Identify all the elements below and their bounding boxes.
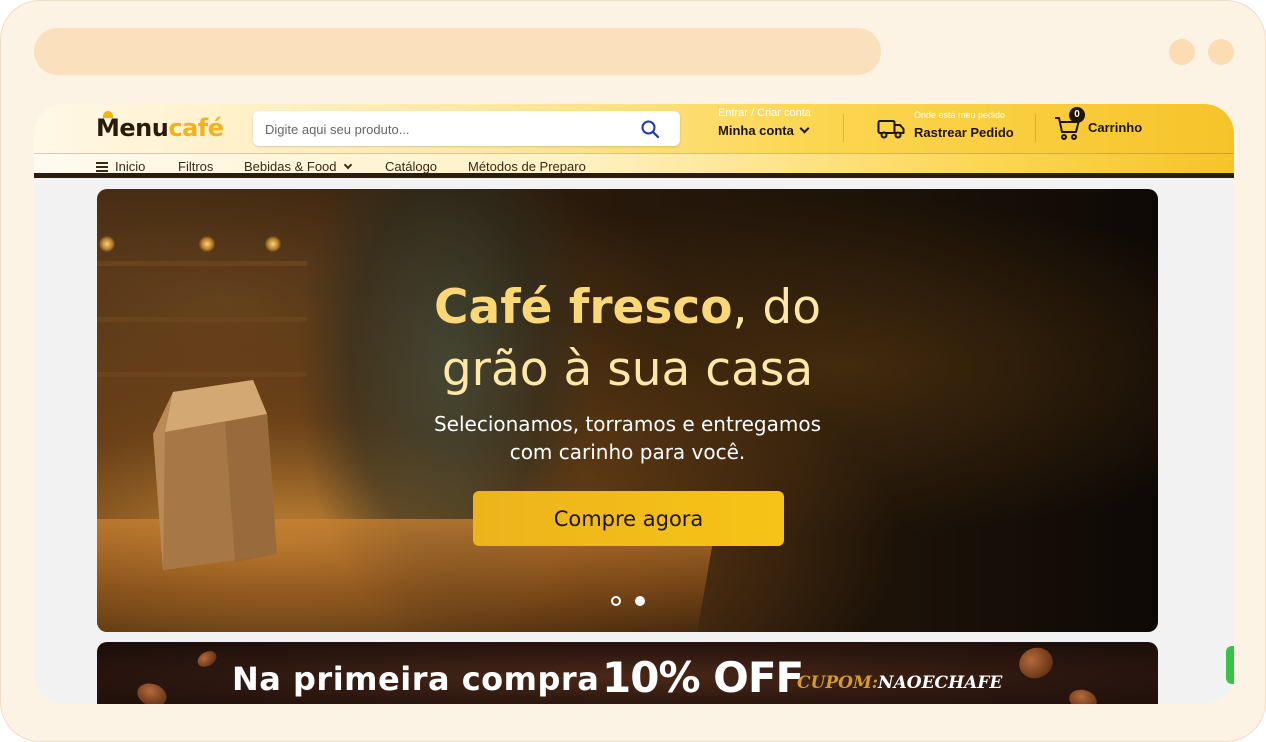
whatsapp-tab[interactable] (1226, 646, 1234, 684)
track-order-label: Rastrear Pedido (914, 125, 1014, 140)
account-label: Minha conta (718, 123, 794, 138)
divider (843, 114, 844, 142)
nav-item-metodos-de-preparo[interactable]: Métodos de Preparo (468, 159, 586, 174)
buy-now-button[interactable]: Compre agora (473, 491, 784, 546)
logo-text-cafe: café (168, 114, 224, 142)
nav-item-filtros[interactable]: Filtros (178, 159, 213, 174)
background-light (199, 236, 215, 252)
logo-text-menu: Menu (96, 114, 169, 142)
divider (1035, 114, 1036, 142)
menu-icon (96, 162, 108, 172)
site-header: Menucafé Entrar / Criar conta Minha cont… (34, 104, 1234, 153)
search-icon[interactable] (640, 119, 660, 139)
background-light (99, 236, 115, 252)
account-dropdown[interactable]: Minha conta (718, 123, 811, 138)
nav-item-inicio[interactable]: Inicio (96, 159, 145, 174)
logo-mark-icon (103, 111, 113, 118)
page-viewport: Menucafé Entrar / Criar conta Minha cont… (34, 104, 1234, 704)
nav-item-catalogo[interactable]: Catálogo (385, 159, 437, 174)
hero-subtitle-line1: Selecionamos, torramos e entregamos (433, 412, 822, 436)
cart-label: Carrinho (1088, 120, 1143, 135)
promo-text: Na primeira compra (232, 660, 600, 698)
coupon-code: NAOECHAFE (878, 673, 1003, 693)
hero-title: Café fresco, do (97, 277, 1158, 338)
chevron-down-icon (343, 160, 352, 170)
background-light (265, 236, 281, 252)
paper-bag-image (153, 380, 277, 570)
nav-item-label: Inicio (115, 159, 146, 174)
search-input[interactable] (265, 119, 625, 139)
window-control-button[interactable] (1208, 39, 1234, 65)
promo-banner[interactable]: Na primeira compra 10% OFF CUPOM:NAOECHA… (97, 642, 1158, 704)
coffee-bean-icon (134, 679, 170, 704)
main-nav: Inicio Filtros Bebidas & Food Catálogo M… (34, 153, 1234, 178)
track-order-hint: Onde está meu pedido (914, 110, 1006, 120)
carousel-dot[interactable] (611, 596, 621, 606)
promo-discount: 10% OFF (602, 653, 804, 702)
hero-subtitle-line2: com carinho para você. (509, 440, 746, 464)
address-bar[interactable] (34, 28, 881, 75)
hero-title-bold: Café fresco (433, 280, 733, 335)
hero-title-line2: grão à sua casa (441, 342, 814, 397)
nav-item-bebidas-food[interactable]: Bebidas & Food (244, 159, 352, 174)
background-shelf (97, 261, 307, 266)
coffee-bean-icon (1014, 643, 1058, 683)
account-login-link[interactable]: Entrar / Criar conta (718, 107, 811, 119)
cart-count-badge: 0 (1069, 107, 1085, 123)
account-menu[interactable]: Entrar / Criar conta Minha conta (718, 107, 811, 138)
window-control-button[interactable] (1169, 39, 1195, 65)
hero-title-rest: , do (732, 280, 821, 335)
chevron-down-icon (799, 123, 810, 134)
coffee-bean-icon (1066, 686, 1100, 704)
browser-frame: Menucafé Entrar / Criar conta Minha cont… (0, 0, 1266, 742)
logo[interactable]: Menucafé (96, 111, 224, 142)
nav-item-label: Bebidas & Food (244, 159, 337, 174)
carousel-dot-active[interactable] (635, 596, 645, 606)
hero-banner: Café fresco, do grão à sua casa Selecion… (97, 189, 1158, 632)
coupon-label: CUPOM: (797, 673, 879, 693)
search-bar (253, 111, 680, 146)
truck-icon (877, 120, 905, 139)
promo-coupon: CUPOM:NAOECHAFE (797, 673, 1002, 693)
coffee-bean-icon (194, 647, 220, 671)
